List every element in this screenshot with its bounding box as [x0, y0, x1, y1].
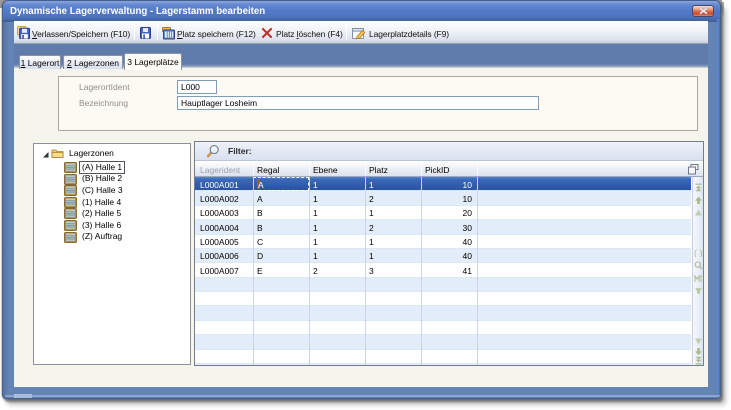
svg-text:( ): ( ) — [694, 248, 703, 257]
